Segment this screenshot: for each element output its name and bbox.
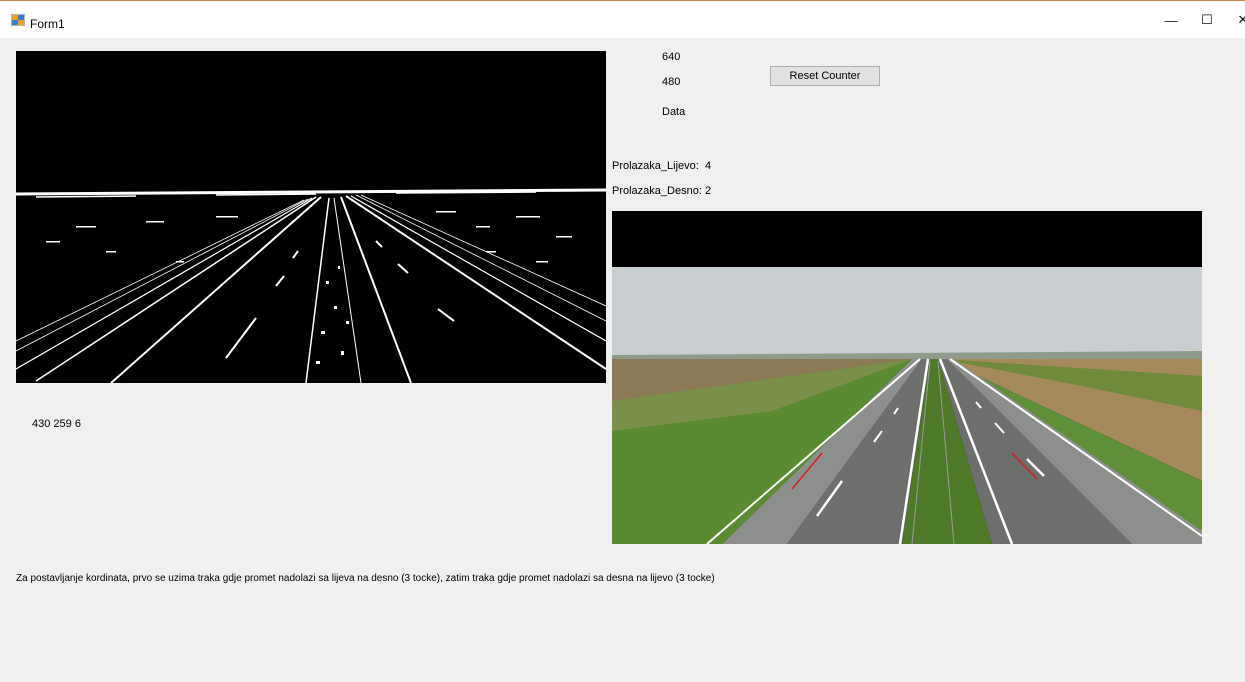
- edge-detection-picture: [16, 51, 606, 383]
- maximize-icon: ☐: [1201, 12, 1213, 27]
- reset-counter-button[interactable]: Reset Counter: [770, 66, 880, 86]
- left-count-label: Prolazaka_Lijevo:: [612, 160, 699, 172]
- coordinates-label: 430 259 6: [32, 418, 81, 430]
- highway-camera-picture: [612, 211, 1202, 544]
- app-icon: [11, 14, 25, 26]
- left-count-value: 4: [705, 160, 712, 172]
- minimize-button[interactable]: —: [1156, 8, 1186, 32]
- width-label: 640: [662, 51, 681, 63]
- height-label: 480: [662, 76, 681, 88]
- title-bar: Form1 — ☐ ✕: [0, 0, 1245, 38]
- minimize-icon: —: [1164, 12, 1178, 28]
- instructions-label: Za postavljanje kordinata, prvo se uzima…: [16, 573, 715, 584]
- camera-image: [612, 211, 1202, 544]
- maximize-button[interactable]: ☐: [1192, 8, 1222, 32]
- close-icon: ✕: [1237, 12, 1245, 27]
- edge-detection-image: [16, 51, 606, 383]
- data-label: Data: [662, 106, 686, 118]
- close-button[interactable]: ✕: [1228, 8, 1245, 32]
- window-title: Form1: [30, 17, 65, 31]
- right-count-value: 2: [705, 185, 712, 197]
- right-count-label: Prolazaka_Desno:: [612, 185, 702, 197]
